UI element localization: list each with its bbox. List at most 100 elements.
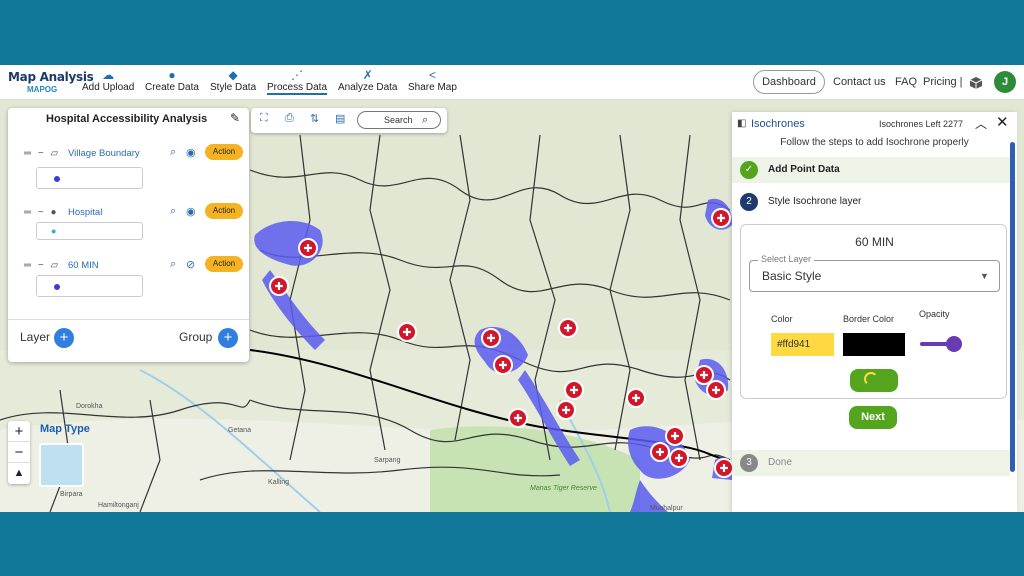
place-label: Kalling: [268, 479, 289, 486]
zoom-to-layer-icon[interactable]: ⌕: [170, 205, 176, 218]
group-footer-label: Group: [179, 330, 213, 344]
pricing-link[interactable]: Pricing |: [923, 76, 963, 88]
nav-add-upload[interactable]: ☁ Add Upload: [82, 68, 134, 93]
step-done[interactable]: 3 Done: [732, 450, 1010, 476]
layer-footer-label: Layer: [20, 330, 51, 344]
add-layer-button[interactable]: +: [54, 328, 74, 348]
print-icon[interactable]: ⎙: [285, 112, 294, 125]
top-navbar: Map Analysis MAPOG ☁ Add Upload ● Create…: [0, 65, 1024, 100]
place-label: Sarpang: [374, 457, 401, 464]
visibility-eye-icon[interactable]: ◉: [186, 205, 196, 218]
brand-logo[interactable]: Map Analysis MAPOG: [8, 70, 94, 94]
loading-spinner-icon: [864, 372, 878, 386]
zoom-in-button[interactable]: +: [8, 421, 30, 442]
nav-label: Add Upload: [82, 82, 135, 93]
collapse-chevron-icon[interactable]: ︿: [975, 115, 987, 132]
layer-name[interactable]: Village Boundary: [68, 148, 140, 159]
divider: [8, 319, 249, 320]
check-icon: ✓: [740, 161, 758, 179]
nav-analyze-data[interactable]: ✗ Analyze Data: [338, 68, 397, 93]
layers-icon: ◧: [737, 118, 747, 129]
drag-handle-icon[interactable]: ═ − ▱: [24, 148, 60, 159]
zoom-to-layer-icon[interactable]: ⌕: [170, 258, 176, 271]
layer-style-swatch[interactable]: ●: [36, 222, 143, 240]
border-color-picker[interactable]: [843, 333, 905, 356]
paint-bucket-icon: ◆: [228, 68, 238, 82]
cube-icon[interactable]: [969, 76, 983, 90]
layer-style-swatch[interactable]: [36, 167, 143, 189]
border-color-label: Border Color: [843, 314, 895, 324]
layer-name[interactable]: Hospital: [68, 207, 102, 218]
place-label: Getana: [228, 427, 251, 434]
layer-action-button[interactable]: Action: [205, 256, 243, 272]
nav-share-map[interactable]: < Share Map: [408, 68, 457, 93]
select-label: Select Layer: [758, 254, 815, 264]
color-picker[interactable]: #ffd941: [771, 333, 834, 356]
layer-action-button[interactable]: Action: [205, 203, 243, 219]
compass-icon[interactable]: ▲: [8, 463, 30, 484]
opacity-slider-knob[interactable]: [946, 336, 962, 352]
swatch-dot: [54, 176, 60, 182]
step-label: Add Point Data: [768, 164, 840, 175]
contact-link[interactable]: Contact us: [833, 76, 886, 88]
drag-handle-icon[interactable]: ═ − ▱: [24, 260, 60, 271]
app-screen: Getana Sarpang Kalling Dorokha Birpara H…: [0, 65, 1024, 512]
nav-process-data[interactable]: ⋰ Process Data: [267, 68, 328, 95]
zoom-controls: + − ▲: [8, 421, 30, 484]
nav-label: Process Data: [267, 82, 328, 95]
place-label: Manas Tiger Reserve: [530, 485, 597, 492]
visibility-eye-icon[interactable]: ◉: [186, 146, 196, 159]
map-toolbar: ⛶ ⎙ ⇅ ▤ Search ⌕: [251, 108, 447, 133]
map-search-button[interactable]: Search ⌕: [357, 111, 441, 129]
isochrone-panel: ◧ Isochrones Isochrones Left 2277 ︿ ✕ Fo…: [732, 112, 1017, 512]
step-number: 2: [740, 193, 758, 211]
map-pin-icon: ●: [168, 68, 176, 82]
swatch-dot: [54, 284, 60, 290]
nav-label: Share Map: [408, 82, 457, 93]
next-button[interactable]: Next: [849, 406, 897, 429]
drag-handle-icon[interactable]: ═ − ●: [24, 207, 59, 218]
place-label: Birpara: [60, 491, 83, 498]
compare-icon[interactable]: ⇅: [310, 112, 319, 125]
comment-icon[interactable]: ▤: [335, 112, 345, 125]
panel-subtitle: Follow the steps to add Isochrone proper…: [780, 137, 969, 148]
brand-title: Map Analysis: [8, 70, 94, 84]
layer-style-swatch[interactable]: [36, 275, 143, 297]
step-label: Done: [768, 457, 792, 468]
share-icon: <: [428, 68, 436, 82]
step-style-isochrone[interactable]: 2 Style Isochrone layer: [732, 189, 1010, 215]
dashboard-button[interactable]: Dashboard: [753, 70, 825, 94]
zoom-out-button[interactable]: −: [8, 442, 30, 463]
add-group-button[interactable]: +: [218, 328, 238, 348]
select-layer-dropdown[interactable]: Select Layer Basic Style ▼: [749, 254, 1000, 292]
faq-link[interactable]: FAQ: [895, 76, 917, 88]
zoom-to-layer-icon[interactable]: ⌕: [170, 146, 176, 159]
nav-label: Create Data: [145, 82, 199, 93]
edit-icon[interactable]: ✎: [230, 111, 240, 125]
chevron-down-icon: ▼: [980, 271, 989, 281]
hidden-eye-icon[interactable]: ⊘: [186, 258, 195, 271]
nav-label: Style Data: [210, 82, 257, 93]
cloud-upload-icon: ☁: [102, 68, 115, 82]
layer-row: ═ − ▱ 60 MIN ⌕ ⊘ Action: [8, 255, 249, 311]
place-label: Hamiltonganj: [98, 502, 139, 509]
panel-title: Isochrones: [751, 118, 805, 130]
fullscreen-icon[interactable]: ⛶: [260, 112, 268, 125]
layer-name[interactable]: 60 MIN: [68, 260, 99, 271]
user-avatar[interactable]: J: [994, 71, 1016, 93]
map-type-thumbnail[interactable]: [39, 443, 84, 487]
place-label: Dorokha: [76, 403, 103, 410]
search-label: Search: [384, 115, 413, 125]
select-value: Basic Style: [762, 269, 822, 283]
panel-scrollbar[interactable]: [1010, 142, 1015, 472]
nav-style-data[interactable]: ◆ Style Data: [210, 68, 256, 93]
layer-action-button[interactable]: Action: [205, 144, 243, 160]
layer-row: ═ − ▱ Village Boundary ⌕ ◉ Action: [8, 143, 249, 199]
layer-row: ═ − ● Hospital ⌕ ◉ Action ●: [8, 202, 249, 258]
apply-style-button[interactable]: [850, 369, 898, 392]
nav-create-data[interactable]: ● Create Data: [145, 68, 199, 93]
close-icon[interactable]: ✕: [996, 113, 1009, 131]
map-type-label: Map Type: [40, 423, 90, 435]
step-add-point-data[interactable]: ✓ Add Point Data: [732, 157, 1010, 183]
style-card: 60 MIN Select Layer Basic Style ▼ Color …: [740, 224, 1007, 399]
